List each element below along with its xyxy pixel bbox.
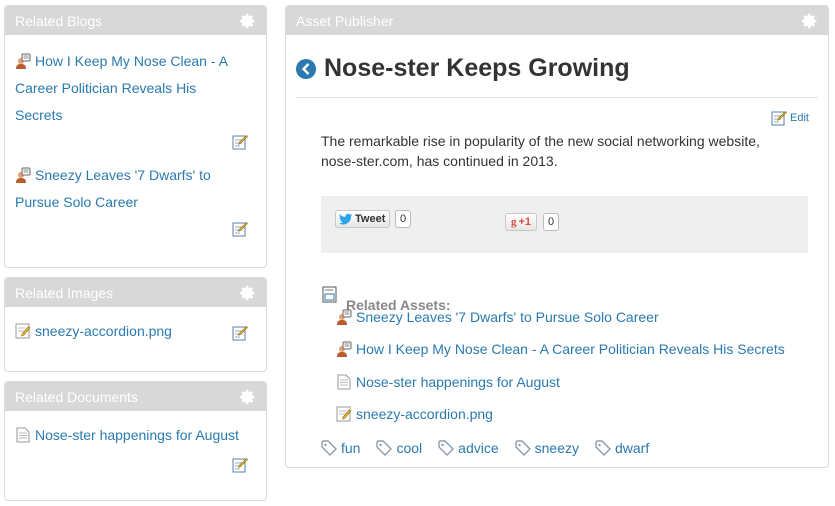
related-documents-header: Related Documents bbox=[5, 382, 266, 411]
blog-icon bbox=[336, 309, 352, 325]
image-file-icon bbox=[15, 323, 31, 339]
tags-list: fun cool advice sneezy dwarf bbox=[321, 440, 665, 456]
title-divider bbox=[296, 97, 818, 98]
gear-icon[interactable] bbox=[238, 12, 256, 30]
document-icon bbox=[336, 374, 352, 390]
tag-link[interactable]: sneezy bbox=[535, 440, 579, 456]
blog-icon bbox=[336, 341, 352, 357]
tweet-label: Tweet bbox=[355, 213, 386, 225]
google-g-icon: g bbox=[510, 216, 517, 228]
document-item[interactable]: Nose-ster happenings for August bbox=[15, 427, 239, 443]
related-asset-item[interactable]: sneezy-accordion.png bbox=[336, 406, 493, 422]
gear-icon[interactable] bbox=[238, 284, 256, 302]
related-asset-link[interactable]: sneezy-accordion.png bbox=[356, 406, 493, 422]
asset-publisher-portlet: Asset Publisher Nose-ster Keeps Growing … bbox=[285, 5, 829, 468]
edit-icon[interactable] bbox=[232, 134, 248, 150]
edit-link[interactable]: Edit bbox=[771, 110, 809, 126]
edit-icon bbox=[771, 110, 787, 126]
related-images-header: Related Images bbox=[5, 278, 266, 307]
edit-icon[interactable] bbox=[232, 325, 248, 341]
asset-title-row: Nose-ster Keeps Growing bbox=[296, 54, 818, 83]
blog-icon bbox=[15, 167, 31, 183]
blog-link-line[interactable]: Sneezy Leaves '7 Dwarfs' to bbox=[35, 167, 211, 183]
tag-icon bbox=[438, 440, 454, 456]
blog-link-line[interactable]: Pursue Solo Career bbox=[15, 194, 138, 210]
edit-icon[interactable] bbox=[232, 457, 248, 473]
related-blogs-portlet: Related Blogs How I Keep My Nose Clean -… bbox=[4, 5, 267, 268]
image-file-icon bbox=[336, 406, 352, 422]
gear-icon[interactable] bbox=[800, 12, 818, 30]
tag-icon bbox=[515, 440, 531, 456]
blog-entry[interactable]: Sneezy Leaves '7 Dwarfs' to Pursue Solo … bbox=[15, 162, 245, 216]
edit-label[interactable]: Edit bbox=[790, 112, 809, 124]
tag-icon bbox=[595, 440, 611, 456]
tag-icon bbox=[376, 440, 392, 456]
social-bar: Tweet 0 g +1 0 bbox=[321, 196, 808, 253]
image-item[interactable]: sneezy-accordion.png bbox=[15, 323, 172, 339]
chevron-left-icon bbox=[301, 62, 310, 75]
tag-item[interactable]: dwarf bbox=[595, 440, 649, 456]
related-asset-link[interactable]: Sneezy Leaves '7 Dwarfs' to Pursue Solo … bbox=[356, 309, 659, 325]
related-asset-item[interactable]: Nose-ster happenings for August bbox=[336, 374, 560, 390]
related-asset-link[interactable]: How I Keep My Nose Clean - A Career Poli… bbox=[356, 341, 785, 357]
tag-item[interactable]: sneezy bbox=[515, 440, 579, 456]
related-documents-portlet: Related Documents Nose-ster happenings f… bbox=[4, 381, 267, 501]
back-button[interactable] bbox=[296, 58, 316, 79]
twitter-bird-icon bbox=[339, 213, 352, 225]
related-documents-title: Related Documents bbox=[15, 388, 138, 405]
gplus-label: +1 bbox=[518, 216, 532, 228]
related-images-title: Related Images bbox=[15, 284, 114, 301]
related-asset-link[interactable]: Nose-ster happenings for August bbox=[356, 374, 560, 390]
tag-link[interactable]: dwarf bbox=[615, 440, 649, 456]
tag-icon bbox=[321, 440, 337, 456]
edit-icon[interactable] bbox=[232, 221, 248, 237]
related-blogs-title: Related Blogs bbox=[15, 12, 103, 29]
blog-entry[interactable]: How I Keep My Nose Clean - A Career Poli… bbox=[15, 48, 245, 129]
gear-icon[interactable] bbox=[238, 388, 256, 406]
document-icon bbox=[15, 427, 31, 443]
blog-link-line[interactable]: Career Politician Reveals His bbox=[15, 80, 196, 96]
blog-link-line[interactable]: How I Keep My Nose Clean - A bbox=[35, 53, 228, 69]
asset-title: Nose-ster Keeps Growing bbox=[324, 54, 630, 82]
asset-body: The remarkable rise in popularity of the… bbox=[321, 131, 760, 171]
tag-link[interactable]: advice bbox=[458, 440, 498, 456]
asset-publisher-title: Asset Publisher bbox=[296, 12, 394, 29]
related-asset-item[interactable]: Sneezy Leaves '7 Dwarfs' to Pursue Solo … bbox=[336, 309, 659, 325]
body-line: nose-ster.com, has continued in 2013. bbox=[321, 153, 558, 169]
tag-link[interactable]: fun bbox=[341, 440, 360, 456]
blog-icon bbox=[15, 53, 31, 69]
gplus-count: 0 bbox=[543, 213, 560, 231]
tweet-count: 0 bbox=[395, 210, 412, 228]
tag-item[interactable]: advice bbox=[438, 440, 499, 456]
related-asset-item[interactable]: How I Keep My Nose Clean - A Career Poli… bbox=[336, 341, 785, 357]
body-line: The remarkable rise in popularity of the… bbox=[321, 133, 760, 149]
gplus-button[interactable]: g +1 bbox=[505, 213, 537, 231]
tag-item[interactable]: fun bbox=[321, 440, 360, 456]
tag-link[interactable]: cool bbox=[396, 440, 422, 456]
tag-item[interactable]: cool bbox=[376, 440, 422, 456]
blog-link-line[interactable]: Secrets bbox=[15, 107, 62, 123]
related-images-portlet: Related Images sneezy-accordion.png bbox=[4, 277, 267, 372]
related-blogs-header: Related Blogs bbox=[5, 6, 266, 35]
tweet-button[interactable]: Tweet bbox=[335, 210, 391, 228]
related-assets-icon bbox=[322, 286, 337, 303]
asset-publisher-header: Asset Publisher bbox=[286, 6, 828, 35]
document-link[interactable]: Nose-ster happenings for August bbox=[35, 427, 239, 443]
image-link[interactable]: sneezy-accordion.png bbox=[35, 323, 172, 339]
